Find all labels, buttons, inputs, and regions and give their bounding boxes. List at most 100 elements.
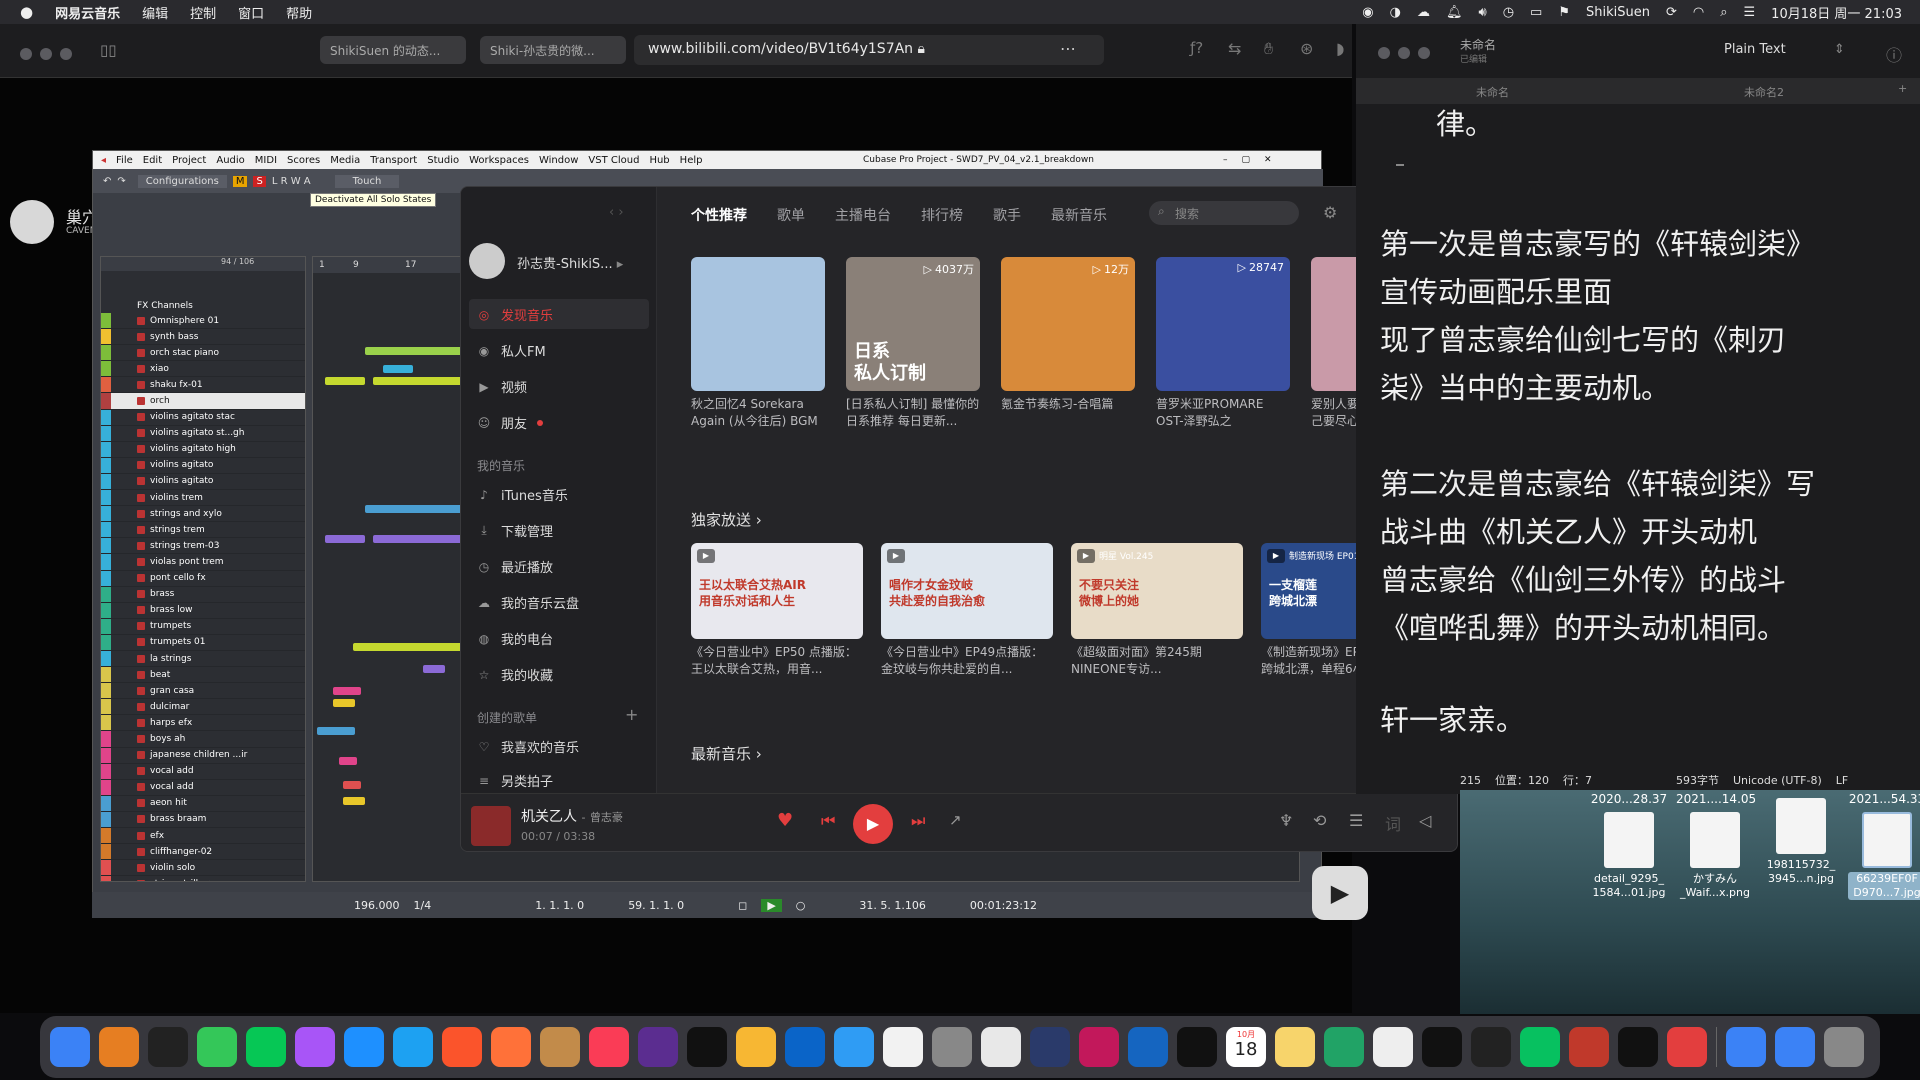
record-enable-button[interactable] xyxy=(137,718,145,727)
add-playlist-icon[interactable]: + xyxy=(625,705,638,724)
video-play-overlay[interactable]: ▶ xyxy=(1312,866,1368,920)
track-row[interactable]: violins trem xyxy=(101,490,305,507)
transport-position[interactable]: 31. 5. 1.106 xyxy=(859,899,925,912)
record-enable-button[interactable] xyxy=(137,413,145,422)
record-enable-button[interactable] xyxy=(137,847,145,856)
exclusive-card[interactable]: ▶ 明星 Vol.245 不要只关注 微博上的她 《超级面对面》第245期 NINEO… xyxy=(1071,543,1243,678)
track-row[interactable]: boys ah xyxy=(101,731,305,748)
extension-icon[interactable]: ✋︎ xyxy=(1264,39,1273,59)
exclusive-cover[interactable]: ▶ 唱作才女金玟岐 共赴爱的自我治愈 xyxy=(881,543,1053,639)
tab-charts[interactable]: 排行榜 xyxy=(921,205,963,225)
track-row[interactable]: pont cello fx xyxy=(101,570,305,587)
control-center-icon[interactable]: ☰ xyxy=(1744,5,1756,20)
gear-icon[interactable]: ⚙ xyxy=(1323,203,1337,222)
tab-playlists[interactable]: 歌单 xyxy=(777,205,805,225)
dock-mission-icon[interactable] xyxy=(148,1027,188,1067)
dock-messages-icon[interactable] xyxy=(197,1027,237,1067)
solo-button[interactable]: M xyxy=(232,175,248,187)
nav-collection[interactable]: ☆ 我的收藏 xyxy=(477,665,553,685)
playlist-card[interactable]: ▷ 28747 普罗米亚PROMARE OST-泽野弘之 xyxy=(1156,257,1290,430)
nav-back-forward[interactable]: ‹ › xyxy=(609,205,624,220)
browser-tab[interactable]: ShikiSuen 的动态... xyxy=(320,36,466,64)
record-enable-button[interactable] xyxy=(137,509,145,518)
track-row[interactable]: violins agitato high xyxy=(101,441,305,458)
format-select[interactable]: Plain Text ⇕ xyxy=(1724,42,1845,57)
record-enable-button[interactable] xyxy=(137,622,145,631)
dock-bilibili-icon[interactable] xyxy=(981,1027,1021,1067)
record-enable-button[interactable] xyxy=(137,879,145,881)
status-encoding[interactable]: Unicode (UTF-8) xyxy=(1733,774,1822,787)
dock-notes-icon[interactable] xyxy=(1275,1027,1315,1067)
desktop-file[interactable]: 2020...28.37 detail_9295_ 1584...01.jpg xyxy=(1590,792,1668,900)
dock-terminal-icon[interactable] xyxy=(1422,1027,1462,1067)
nav-fm[interactable]: ◉ 私人FM xyxy=(477,341,546,361)
translate-icon[interactable]: ⇆ xyxy=(1228,39,1241,58)
exclusive-cover[interactable]: ▶ 王以太联合艾热AIR 用音乐对话和人生 xyxy=(691,543,863,639)
track-row[interactable]: strings trill crsc xyxy=(101,876,305,881)
tab-radio[interactable]: 主播电台 xyxy=(835,205,891,225)
flag-icon[interactable]: ⚑ xyxy=(1558,5,1570,20)
playlist-cover[interactable]: ▷ 12万 xyxy=(1001,257,1135,391)
avatar[interactable] xyxy=(469,243,505,279)
te-tab[interactable]: 未命名2 xyxy=(1744,84,1784,100)
exclusive-title[interactable]: 《今日营业中》EP49点播版：金玟岐与你共赴爱的自... xyxy=(881,644,1053,678)
dock-photos-icon[interactable] xyxy=(736,1027,776,1067)
track-row[interactable]: beat xyxy=(101,667,305,684)
exclusive-header[interactable]: 独家放送 › xyxy=(691,509,762,530)
track-row[interactable]: vocal add xyxy=(101,763,305,780)
playlist-title[interactable]: 氪金节奏练习-合唱篇 xyxy=(1001,396,1135,430)
playlist-card[interactable]: 秋之回忆4 Sorekara Again (从今往后) BGM xyxy=(691,257,825,430)
midi-part[interactable] xyxy=(423,665,445,673)
record-enable-button[interactable] xyxy=(137,654,145,663)
record-enable-button[interactable] xyxy=(137,364,145,373)
track-row[interactable]: japanese children ...ir xyxy=(101,747,305,764)
midi-part[interactable] xyxy=(325,377,365,385)
menu-window[interactable]: 窗口 xyxy=(238,3,264,22)
track-row[interactable]: gran casa xyxy=(101,683,305,700)
track-row[interactable]: harps efx xyxy=(101,715,305,732)
record-enable-button[interactable] xyxy=(137,606,145,615)
menu-app[interactable]: 网易云音乐 xyxy=(55,3,120,22)
heart-icon[interactable]: ♥ xyxy=(777,810,793,831)
desktop-file[interactable]: 2021....14.05 かすみん _Waif...x.png xyxy=(1676,792,1756,900)
track-row[interactable]: shaku fx-01 xyxy=(101,377,305,394)
bell-icon[interactable]: 🔔︎ xyxy=(1446,5,1463,20)
record-enable-button[interactable] xyxy=(137,638,145,647)
record-enable-button[interactable] xyxy=(137,316,145,325)
tab-new-music[interactable]: 最新音乐 xyxy=(1051,205,1107,225)
record-enable-button[interactable] xyxy=(137,574,145,583)
record-enable-button[interactable] xyxy=(137,702,145,711)
cubase-menu-item[interactable]: Studio xyxy=(427,155,459,166)
midi-part[interactable] xyxy=(325,535,365,543)
nav-discover[interactable]: ◎ 发现音乐 xyxy=(477,305,553,325)
reader-icon[interactable]: ƒ? xyxy=(1190,39,1203,57)
dock-bitwarden-icon[interactable] xyxy=(638,1027,678,1067)
menubar-user[interactable]: ShikiSuen xyxy=(1586,5,1650,20)
contrast-icon[interactable]: ◑ xyxy=(1390,5,1401,20)
dock-mail-icon[interactable] xyxy=(834,1027,874,1067)
listen-button[interactable]: L R W A xyxy=(272,176,311,187)
desktop-file[interactable]: 2021...54.33 66239EF0F D970...7.jpg xyxy=(1848,792,1920,900)
track-row[interactable]: violins agitato xyxy=(101,457,305,474)
transport-signature[interactable]: 1/4 xyxy=(414,899,432,912)
dock-calendar-icon[interactable]: 10月 18 xyxy=(1226,1027,1266,1067)
share-icon[interactable]: ↗ xyxy=(949,811,962,829)
track-row[interactable]: violins agitato xyxy=(101,473,305,491)
exclusive-title[interactable]: 《超级面对面》第245期 NINEONE专访... xyxy=(1071,644,1243,678)
dock-finder-icon[interactable] xyxy=(50,1027,90,1067)
volume-icon[interactable]: ◁ xyxy=(1419,811,1431,830)
dock-music-icon[interactable] xyxy=(589,1027,629,1067)
dock-safari-icon[interactable] xyxy=(344,1027,384,1067)
album-cover[interactable] xyxy=(471,806,511,846)
midi-part[interactable] xyxy=(317,727,355,735)
np-username[interactable]: 孙志贵-ShikiS... ▸ xyxy=(517,253,623,272)
close-dot[interactable] xyxy=(1378,47,1390,59)
menu-edit[interactable]: 编辑 xyxy=(142,3,168,22)
dock-reminders-icon[interactable] xyxy=(883,1027,923,1067)
menu-help[interactable]: 帮助 xyxy=(286,3,312,22)
transport-tempo[interactable]: 196.000 xyxy=(354,899,400,912)
transport-left-locator[interactable]: 1. 1. 1. 0 xyxy=(535,899,584,912)
midi-part[interactable] xyxy=(333,687,361,695)
record-enable-button[interactable] xyxy=(137,429,145,438)
record-enable-button[interactable] xyxy=(137,670,145,679)
